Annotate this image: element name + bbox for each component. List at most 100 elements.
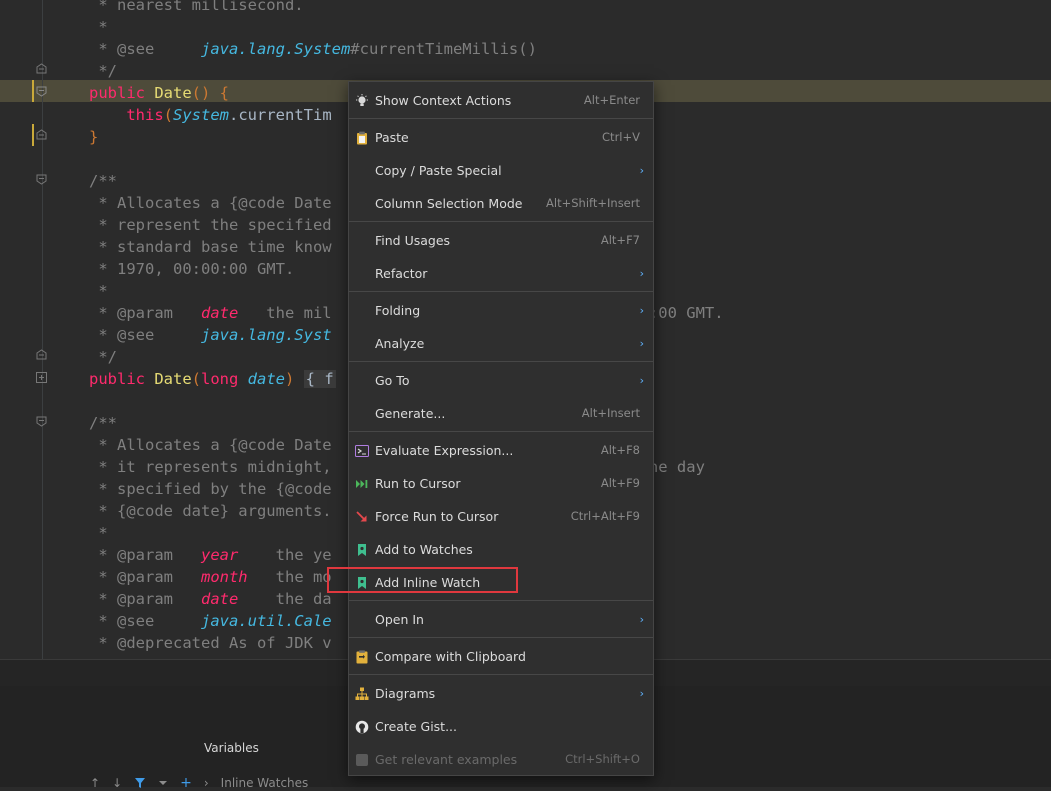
menu-item-label: Open In bbox=[375, 612, 424, 627]
menu-separator bbox=[349, 674, 653, 675]
code-token: year bbox=[200, 546, 239, 564]
submenu-arrow-icon: › bbox=[639, 337, 644, 350]
menu-item-label: Paste bbox=[375, 130, 409, 145]
fold-end-icon[interactable] bbox=[36, 129, 47, 140]
menu-item-run-to-cursor[interactable]: Run to Cursor Alt+F9 bbox=[349, 467, 653, 500]
menu-separator bbox=[349, 361, 653, 362]
menu-item-go-to[interactable]: Go To › bbox=[349, 364, 653, 397]
code-token: * nearest millisecond. bbox=[89, 0, 304, 14]
change-marker bbox=[32, 80, 34, 102]
menu-separator bbox=[349, 118, 653, 119]
menu-item-get-relevant-examples: Get relevant examples Ctrl+Shift+O bbox=[349, 743, 653, 776]
code-token: * @see bbox=[89, 40, 201, 58]
submenu-arrow-icon: › bbox=[639, 613, 644, 626]
code-token: * Allocates a {@code Date bbox=[89, 436, 332, 454]
menu-item-show-context-actions[interactable]: Show Context Actions Alt+Enter bbox=[349, 84, 653, 117]
code-line: * specified by the {@code bbox=[89, 478, 331, 500]
menu-item-label: Get relevant examples bbox=[375, 752, 518, 767]
menu-item-diagrams[interactable]: Diagrams › bbox=[349, 677, 653, 710]
code-token: ( bbox=[163, 106, 173, 124]
menu-item-evaluate-expression[interactable]: Evaluate Expression... Alt+F8 bbox=[349, 434, 653, 467]
chevron-right-icon: › bbox=[203, 776, 209, 790]
code-token: * represent the specified bbox=[89, 216, 332, 234]
variables-toolbar: ↑ ↓ + › Inline Watches bbox=[90, 775, 309, 791]
menu-item-column-selection-mode[interactable]: Column Selection Mode Alt+Shift+Insert bbox=[349, 187, 653, 220]
menu-item-shortcut: Alt+F7 bbox=[600, 233, 640, 247]
fold-end-icon[interactable] bbox=[36, 63, 47, 74]
code-token: * bbox=[89, 18, 108, 36]
code-line: * @deprecated As of JDK v bbox=[89, 632, 332, 654]
inline-watches-label[interactable]: Inline Watches bbox=[221, 776, 309, 790]
menu-item-label: Compare with Clipboard bbox=[375, 649, 526, 664]
run-to-cursor-icon bbox=[355, 476, 369, 490]
menu-item-folding[interactable]: Folding › bbox=[349, 294, 653, 327]
code-token: * it represents midnight, bbox=[89, 458, 332, 476]
menu-separator bbox=[349, 221, 653, 222]
menu-item-copy-paste-special[interactable]: Copy / Paste Special › bbox=[349, 154, 653, 187]
menu-item-add-to-watches[interactable]: Add to Watches bbox=[349, 533, 653, 566]
code-line: } bbox=[89, 126, 98, 148]
menu-separator bbox=[349, 291, 653, 292]
menu-item-open-in[interactable]: Open In › bbox=[349, 603, 653, 636]
fold-start-icon[interactable] bbox=[36, 174, 47, 185]
compare-icon bbox=[355, 649, 369, 664]
menu-item-shortcut: Alt+Insert bbox=[581, 406, 640, 420]
code-token: the mil bbox=[238, 304, 332, 322]
menu-item-analyze[interactable]: Analyze › bbox=[349, 327, 653, 360]
code-line: /** bbox=[89, 170, 117, 192]
fold-end-icon[interactable] bbox=[36, 349, 47, 360]
menu-item-refactor[interactable]: Refactor › bbox=[349, 257, 653, 290]
code-token: * Allocates a {@code Date bbox=[89, 194, 332, 212]
menu-item-label: Go To bbox=[375, 373, 410, 388]
arrow-up-icon[interactable]: ↑ bbox=[90, 776, 100, 790]
menu-item-label: Add to Watches bbox=[375, 542, 473, 557]
gutter-divider bbox=[42, 0, 43, 659]
fold-expand-icon[interactable] bbox=[36, 372, 47, 383]
diagram-icon bbox=[355, 686, 369, 700]
code-line: * @see java.lang.Syst bbox=[89, 324, 331, 346]
code-token: #currentTimeMillis() bbox=[350, 40, 537, 58]
examples-icon bbox=[355, 752, 369, 766]
menu-item-label: Diagrams bbox=[375, 686, 436, 701]
code-line: * 1970, 00:00:00 GMT. bbox=[89, 258, 294, 280]
code-line: * bbox=[89, 522, 107, 544]
menu-item-shortcut: Ctrl+Alt+F9 bbox=[570, 509, 640, 523]
code-line: */ bbox=[89, 60, 117, 82]
code-token: Date bbox=[154, 370, 192, 388]
fold-start-icon[interactable] bbox=[36, 416, 47, 427]
menu-item-force-run-to-cursor[interactable]: Force Run to Cursor Ctrl+Alt+F9 bbox=[349, 500, 653, 533]
clipboard-icon bbox=[355, 130, 369, 145]
code-token: System bbox=[173, 106, 229, 124]
menu-item-generate[interactable]: Generate... Alt+Insert bbox=[349, 397, 653, 430]
code-token: * @see bbox=[89, 612, 201, 630]
code-token: java.util.Cale bbox=[200, 612, 332, 630]
code-token: date bbox=[200, 590, 239, 608]
menu-item-label: Column Selection Mode bbox=[375, 196, 523, 211]
menu-item-compare-with-clipboard[interactable]: Compare with Clipboard bbox=[349, 640, 653, 673]
github-icon bbox=[355, 719, 369, 734]
menu-item-label: Run to Cursor bbox=[375, 476, 461, 491]
add-icon[interactable]: + bbox=[180, 775, 192, 791]
menu-item-find-usages[interactable]: Find Usages Alt+F7 bbox=[349, 224, 653, 257]
arrow-down-icon[interactable]: ↓ bbox=[112, 776, 122, 790]
code-token: Date bbox=[154, 84, 192, 102]
filter-icon[interactable] bbox=[134, 777, 146, 789]
code-line: /** bbox=[89, 412, 117, 434]
submenu-arrow-icon: › bbox=[639, 267, 644, 280]
code-token: * @deprecated As of JDK v bbox=[89, 634, 332, 652]
menu-item-shortcut: Ctrl+Shift+O bbox=[565, 752, 640, 766]
code-line: * {@code date} arguments. bbox=[89, 500, 332, 522]
menu-separator bbox=[349, 637, 653, 638]
code-token: * bbox=[89, 282, 108, 300]
highlight-box bbox=[327, 567, 518, 593]
code-token: * {@code date} arguments. bbox=[89, 502, 332, 520]
code-line: */ bbox=[89, 346, 117, 368]
code-line: * @param month the mo bbox=[89, 566, 332, 588]
code-token: the mo bbox=[247, 568, 332, 586]
code-line: * @see java.lang.System#currentTimeMilli… bbox=[89, 38, 537, 60]
code-token: * @param bbox=[89, 304, 201, 322]
fold-start-icon[interactable] bbox=[36, 86, 47, 97]
menu-item-paste[interactable]: Paste Ctrl+V bbox=[349, 121, 653, 154]
menu-item-create-gist[interactable]: Create Gist... bbox=[349, 710, 653, 743]
submenu-arrow-icon: › bbox=[639, 687, 644, 700]
